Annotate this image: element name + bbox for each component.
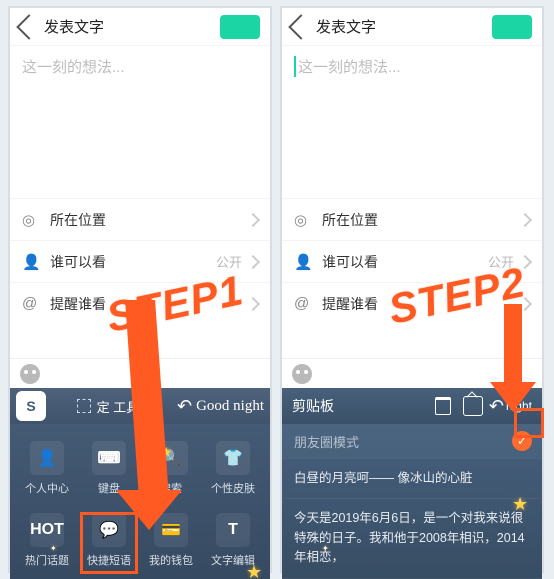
row-visibility[interactable]: 👤 谁可以看 公开 bbox=[282, 240, 542, 282]
tool-icon: 👕 bbox=[216, 441, 250, 475]
chevron-right-icon bbox=[246, 296, 260, 310]
chevron-right-icon bbox=[246, 212, 260, 226]
tool-快捷短语[interactable]: 💬 快捷短语 bbox=[80, 506, 138, 574]
chevron-right-icon bbox=[518, 254, 532, 268]
keyboard-tool-grid: ★ ★ ✦ ✦ 👤个人中心⌨键盘🔍搜索👕个性皮肤HOT热门话题💬快捷短语💳我的钱… bbox=[10, 424, 270, 579]
person-icon: 👤 bbox=[22, 253, 44, 271]
tool-icon: HOT bbox=[30, 513, 64, 547]
tool-icon: 💳 bbox=[154, 513, 188, 547]
tool-label: 热门话题 bbox=[25, 552, 69, 568]
row-label: 提醒谁看 bbox=[50, 294, 248, 314]
clipboard-entry[interactable]: 白昼的月亮呵—— 像冰山的心脏 bbox=[282, 458, 542, 498]
row-mention[interactable]: @ 提醒谁看 bbox=[282, 282, 542, 324]
tool-label: 搜索 bbox=[160, 480, 182, 496]
mode-label: 朋友圈模式 bbox=[294, 435, 359, 450]
tool-label: 快捷短语 bbox=[87, 552, 131, 568]
tool-个人中心[interactable]: 👤 个人中心 bbox=[18, 434, 76, 502]
row-label: 提醒谁看 bbox=[322, 294, 520, 314]
send-button[interactable] bbox=[492, 15, 532, 39]
emoji-bar[interactable] bbox=[10, 358, 270, 388]
phone-step1: 发表文字 这一刻的想法... ◎ 所在位置 👤 谁可以看 公开 @ 提醒谁看 S bbox=[8, 6, 272, 573]
grid-icon bbox=[77, 399, 91, 413]
row-label: 所在位置 bbox=[322, 210, 520, 230]
clipboard-entry[interactable]: 今天是2019年6月6日，是一个对我来说很特殊的日子。我和他于2008年相识，2… bbox=[282, 498, 542, 577]
clipboard-toolbar: 剪贴板 ↶ night bbox=[282, 388, 542, 424]
chevron-right-icon bbox=[518, 212, 532, 226]
tool-icon: T bbox=[216, 513, 250, 547]
compose-placeholder: 这一刻的想法... bbox=[22, 56, 258, 77]
page-title: 发表文字 bbox=[44, 16, 220, 37]
tool-label: 我的钱包 bbox=[149, 552, 193, 568]
chevron-right-icon bbox=[518, 296, 532, 310]
row-label: 所在位置 bbox=[50, 210, 248, 230]
undo-button[interactable]: ↶ bbox=[489, 396, 504, 417]
back-icon[interactable] bbox=[288, 14, 313, 39]
row-visibility[interactable]: 👤 谁可以看 公开 bbox=[10, 240, 270, 282]
at-icon: @ bbox=[22, 295, 44, 312]
person-icon: 👤 bbox=[294, 253, 316, 271]
compose-area[interactable]: 这一刻的想法... bbox=[282, 46, 542, 198]
location-icon: ◎ bbox=[294, 211, 316, 229]
tool-icon: 💬 bbox=[92, 513, 126, 547]
clipboard-title: 剪贴板 bbox=[292, 396, 435, 416]
tool-label: 个性皮肤 bbox=[211, 480, 255, 496]
row-extra: 公开 bbox=[488, 252, 514, 271]
goodnight-script: night bbox=[506, 399, 532, 413]
tool-热门话题[interactable]: HOT 热门话题 bbox=[18, 506, 76, 574]
tool-个性皮肤[interactable]: 👕 个性皮肤 bbox=[204, 434, 262, 502]
tool-我的钱包[interactable]: 💳 我的钱包 bbox=[142, 506, 200, 574]
send-button[interactable] bbox=[220, 15, 260, 39]
header: 发表文字 bbox=[10, 8, 270, 46]
share-icon[interactable] bbox=[463, 396, 483, 416]
trash-icon[interactable] bbox=[435, 397, 451, 415]
chevron-right-icon bbox=[246, 254, 260, 268]
row-label: 谁可以看 bbox=[50, 252, 216, 272]
row-extra: 公开 bbox=[216, 252, 242, 271]
tool-键盘[interactable]: ⌨ 键盘 bbox=[80, 434, 138, 502]
tool-label: 键盘 bbox=[98, 480, 120, 496]
toolbar-label: 定 工具栏 bbox=[97, 397, 153, 416]
compose-area[interactable]: 这一刻的想法... bbox=[10, 46, 270, 198]
location-icon: ◎ bbox=[22, 211, 44, 229]
row-location[interactable]: ◎ 所在位置 bbox=[10, 198, 270, 240]
smiley-icon bbox=[20, 364, 40, 384]
back-icon[interactable] bbox=[16, 14, 41, 39]
sogou-logo-icon[interactable]: S bbox=[16, 391, 46, 421]
header: 发表文字 bbox=[282, 8, 542, 46]
smiley-icon bbox=[292, 364, 312, 384]
keyboard-toolbar: S 定 工具栏 ↶ Good night bbox=[10, 388, 270, 424]
moments-mode-row[interactable]: 朋友圈模式 ✓ bbox=[282, 424, 542, 458]
tool-icon: 👤 bbox=[30, 441, 64, 475]
goodnight-script: Good night bbox=[196, 398, 264, 415]
compose-placeholder: 这一刻的想法... bbox=[294, 56, 530, 77]
custom-toolbar-button[interactable]: 定 工具栏 bbox=[52, 397, 177, 416]
tool-icon: ⌨ bbox=[92, 441, 126, 475]
undo-button[interactable]: ↶ bbox=[177, 396, 192, 417]
at-icon: @ bbox=[294, 295, 316, 312]
row-label: 谁可以看 bbox=[322, 252, 488, 272]
check-icon[interactable]: ✓ bbox=[512, 431, 532, 451]
row-location[interactable]: ◎ 所在位置 bbox=[282, 198, 542, 240]
clipboard-body: 朋友圈模式 ✓ 白昼的月亮呵—— 像冰山的心脏今天是2019年6月6日，是一个对… bbox=[282, 424, 542, 579]
phone-step2: 发表文字 这一刻的想法... ◎ 所在位置 👤 谁可以看 公开 @ 提醒谁看 剪… bbox=[280, 6, 544, 573]
page-title: 发表文字 bbox=[316, 16, 492, 37]
tool-label: 个人中心 bbox=[25, 480, 69, 496]
emoji-bar[interactable] bbox=[282, 358, 542, 388]
row-mention[interactable]: @ 提醒谁看 bbox=[10, 282, 270, 324]
